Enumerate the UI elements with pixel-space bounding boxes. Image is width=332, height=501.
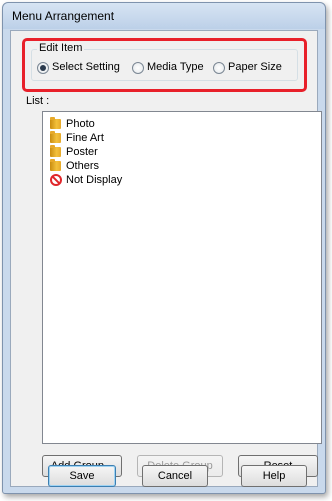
list-item-label[interactable]: Not Display [66, 174, 122, 186]
list-item-label[interactable]: Photo [66, 118, 95, 130]
help-button[interactable]: Help [241, 465, 307, 487]
menu-arrangement-dialog: Menu Arrangement Edit Item Select Settin… [2, 2, 326, 494]
window-title: Menu Arrangement [12, 9, 115, 23]
folder-icon [50, 131, 61, 143]
radio-paper-size-indicator[interactable] [213, 62, 225, 74]
menu-tree-list[interactable]: Photo Fine Art Poster Others Not Display [42, 111, 322, 444]
radio-paper-size-label[interactable]: Paper Size [228, 61, 282, 73]
radio-select-setting-label[interactable]: Select Setting [52, 61, 120, 73]
save-button[interactable]: Save [48, 465, 116, 487]
list-item-label[interactable]: Others [66, 160, 99, 172]
radio-media-type-label[interactable]: Media Type [147, 61, 204, 73]
radio-media-type-indicator[interactable] [132, 62, 144, 74]
highlight-frame: Edit Item Select Setting Media Type Pape… [22, 38, 307, 92]
folder-icon [50, 159, 61, 171]
folder-icon [50, 117, 61, 129]
dialog-body: Edit Item Select Setting Media Type Pape… [10, 30, 322, 487]
cancel-button[interactable]: Cancel [142, 465, 208, 487]
radio-select-setting-indicator[interactable] [37, 62, 49, 74]
title-bar[interactable]: Menu Arrangement [3, 3, 325, 29]
folder-icon [50, 145, 61, 157]
list-item-label[interactable]: Poster [66, 146, 98, 158]
list-item-label[interactable]: Fine Art [66, 132, 104, 144]
list-label: List : [26, 95, 50, 107]
no-entry-icon [50, 174, 62, 186]
edit-item-legend: Edit Item [37, 42, 85, 54]
edit-item-group: Edit Item Select Setting Media Type Pape… [31, 42, 298, 81]
